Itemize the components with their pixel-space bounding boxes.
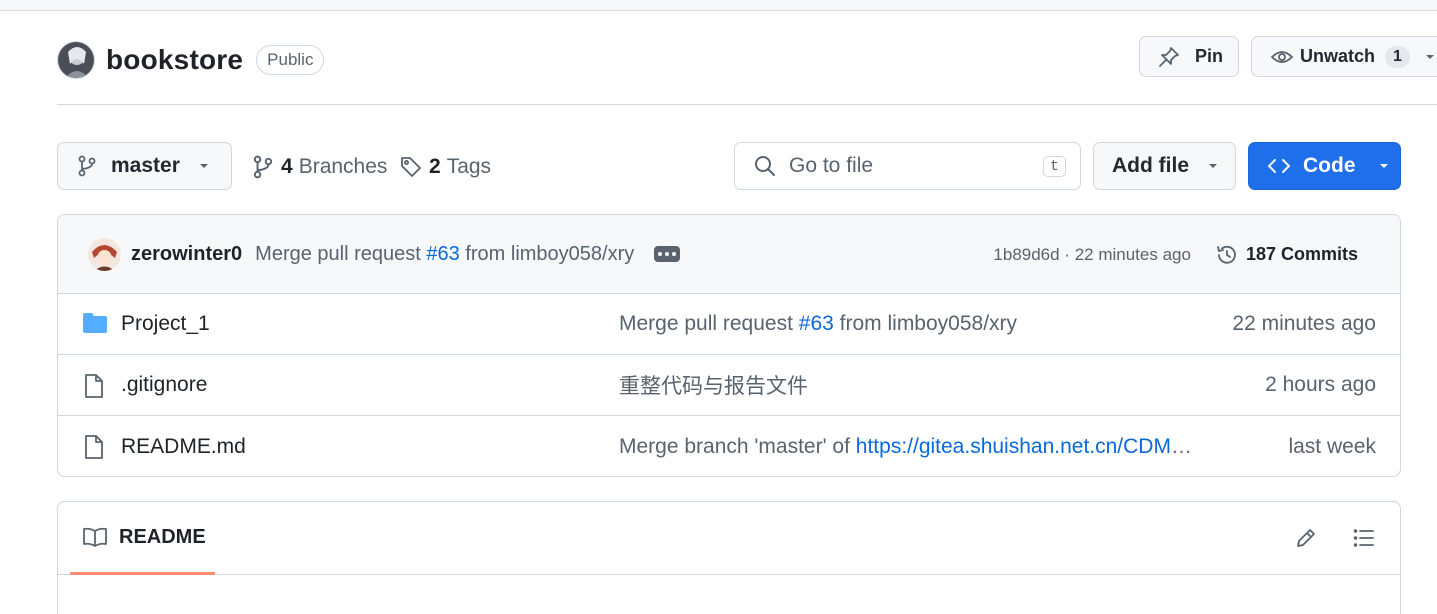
branches-link[interactable]: 4 Branches (252, 150, 387, 184)
file-icon (82, 434, 106, 460)
eye-icon (1270, 45, 1294, 69)
branch-selector[interactable]: master (57, 142, 232, 190)
branches-count: 4 (281, 155, 293, 178)
search-input[interactable] (789, 154, 1029, 178)
unwatch-button[interactable]: Unwatch 1 (1251, 36, 1437, 77)
owner-avatar[interactable] (57, 41, 95, 79)
go-to-file-search[interactable]: t (734, 142, 1081, 190)
unwatch-label: Unwatch (1300, 46, 1376, 66)
commit-author[interactable]: zerowinter0 (131, 243, 242, 266)
commits-link[interactable]: 187 Commits (1215, 243, 1358, 267)
file-commit-age: last week (1288, 434, 1376, 458)
history-icon (1215, 243, 1239, 267)
visibility-badge: Public (256, 45, 325, 75)
file-commit-age: 2 hours ago (1265, 373, 1376, 396)
file-commit-link[interactable]: #63 (799, 312, 834, 335)
commit-message[interactable]: Merge pull request #63 from limboy058/xr… (255, 243, 634, 266)
chevron-down-icon (1424, 51, 1436, 63)
readme-tab[interactable]: README (70, 502, 215, 575)
repo-header: bookstore Public (57, 38, 325, 82)
code-icon (1267, 156, 1291, 176)
file-row[interactable]: .gitignore 重整代码与报告文件 2 hours ago (58, 355, 1400, 416)
expand-commit-button[interactable] (654, 246, 681, 262)
file-table: zerowinter0 Merge pull request #63 from … (57, 214, 1401, 477)
tag-icon (400, 156, 422, 178)
file-name[interactable]: .gitignore (121, 373, 207, 397)
readme-actions (1294, 526, 1376, 550)
file-icon (82, 373, 106, 399)
file-commit-link[interactable]: https://gitea.shuishan.net.cn/CDMS.Xuan_… (856, 435, 1194, 458)
pr-link[interactable]: #63 (426, 243, 459, 265)
pencil-icon[interactable] (1294, 526, 1318, 550)
commit-author-avatar[interactable] (88, 237, 121, 271)
commit-sha-time[interactable]: 1b89d6d · 22 minutes ago (993, 245, 1191, 265)
chevron-down-icon (198, 160, 210, 172)
file-row[interactable]: README.md Merge branch 'master' of https:… (58, 416, 1400, 476)
file-commit-message-text: 重整代码与报告文件 (619, 375, 808, 398)
git-branch-icon (252, 155, 274, 179)
chevron-down-icon (1378, 160, 1390, 172)
file-row[interactable]: Project_1 Merge pull request #63 from lim… (58, 294, 1400, 355)
pin-label: Pin (1195, 46, 1224, 66)
search-icon (754, 155, 776, 177)
readme-tab-label: README (119, 525, 206, 548)
readme-header: README (58, 502, 1400, 575)
file-name[interactable]: README.md (121, 435, 246, 459)
add-file-button[interactable]: Add file (1093, 142, 1236, 190)
commit-message-prefix: Merge pull request (255, 242, 421, 265)
tags-label: Tags (446, 155, 492, 178)
branches-label: Branches (298, 155, 388, 178)
file-commit-message[interactable]: Merge branch 'master' of https://gitea.s… (619, 435, 1194, 459)
commit-message-suffix: from limboy058/xry (465, 242, 635, 265)
commit-meta: 1b89d6d · 22 minutes ago 187 Commits (993, 215, 1358, 294)
folder-icon (82, 312, 108, 334)
tags-count: 2 (429, 155, 441, 178)
commits-count: 187 Commits (1245, 244, 1358, 264)
pin-icon (1157, 45, 1181, 69)
keyboard-shortcut-hint: t (1042, 156, 1066, 177)
top-strip (0, 0, 1437, 11)
add-file-label: Add file (1112, 154, 1189, 177)
header-divider (57, 104, 1437, 105)
git-branch-icon (77, 155, 97, 177)
code-button[interactable]: Code (1248, 142, 1401, 190)
file-commit-age: 22 minutes ago (1232, 312, 1376, 335)
latest-commit-bar: zerowinter0 Merge pull request #63 from … (58, 215, 1400, 294)
file-commit-message[interactable]: 重整代码与报告文件 (619, 370, 1194, 400)
book-icon (82, 526, 108, 548)
file-name[interactable]: Project_1 (121, 312, 210, 336)
pin-button[interactable]: Pin (1139, 36, 1239, 77)
repo-name[interactable]: bookstore (106, 44, 243, 76)
outline-list-icon[interactable] (1352, 526, 1376, 550)
tags-link[interactable]: 2 Tags (400, 150, 491, 184)
code-label: Code (1303, 154, 1356, 177)
file-commit-message-text: Merge branch 'master' of (619, 434, 856, 458)
readme-panel: README (57, 501, 1401, 614)
watch-count: 1 (1385, 45, 1410, 68)
branch-name: master (111, 154, 180, 177)
file-commit-message-text: Merge pull request (619, 312, 799, 335)
file-commit-message-suffix: from limboy058/xry (833, 312, 1018, 335)
file-commit-message[interactable]: Merge pull request #63 from limboy058/xr… (619, 312, 1194, 336)
chevron-down-icon (1207, 160, 1219, 172)
